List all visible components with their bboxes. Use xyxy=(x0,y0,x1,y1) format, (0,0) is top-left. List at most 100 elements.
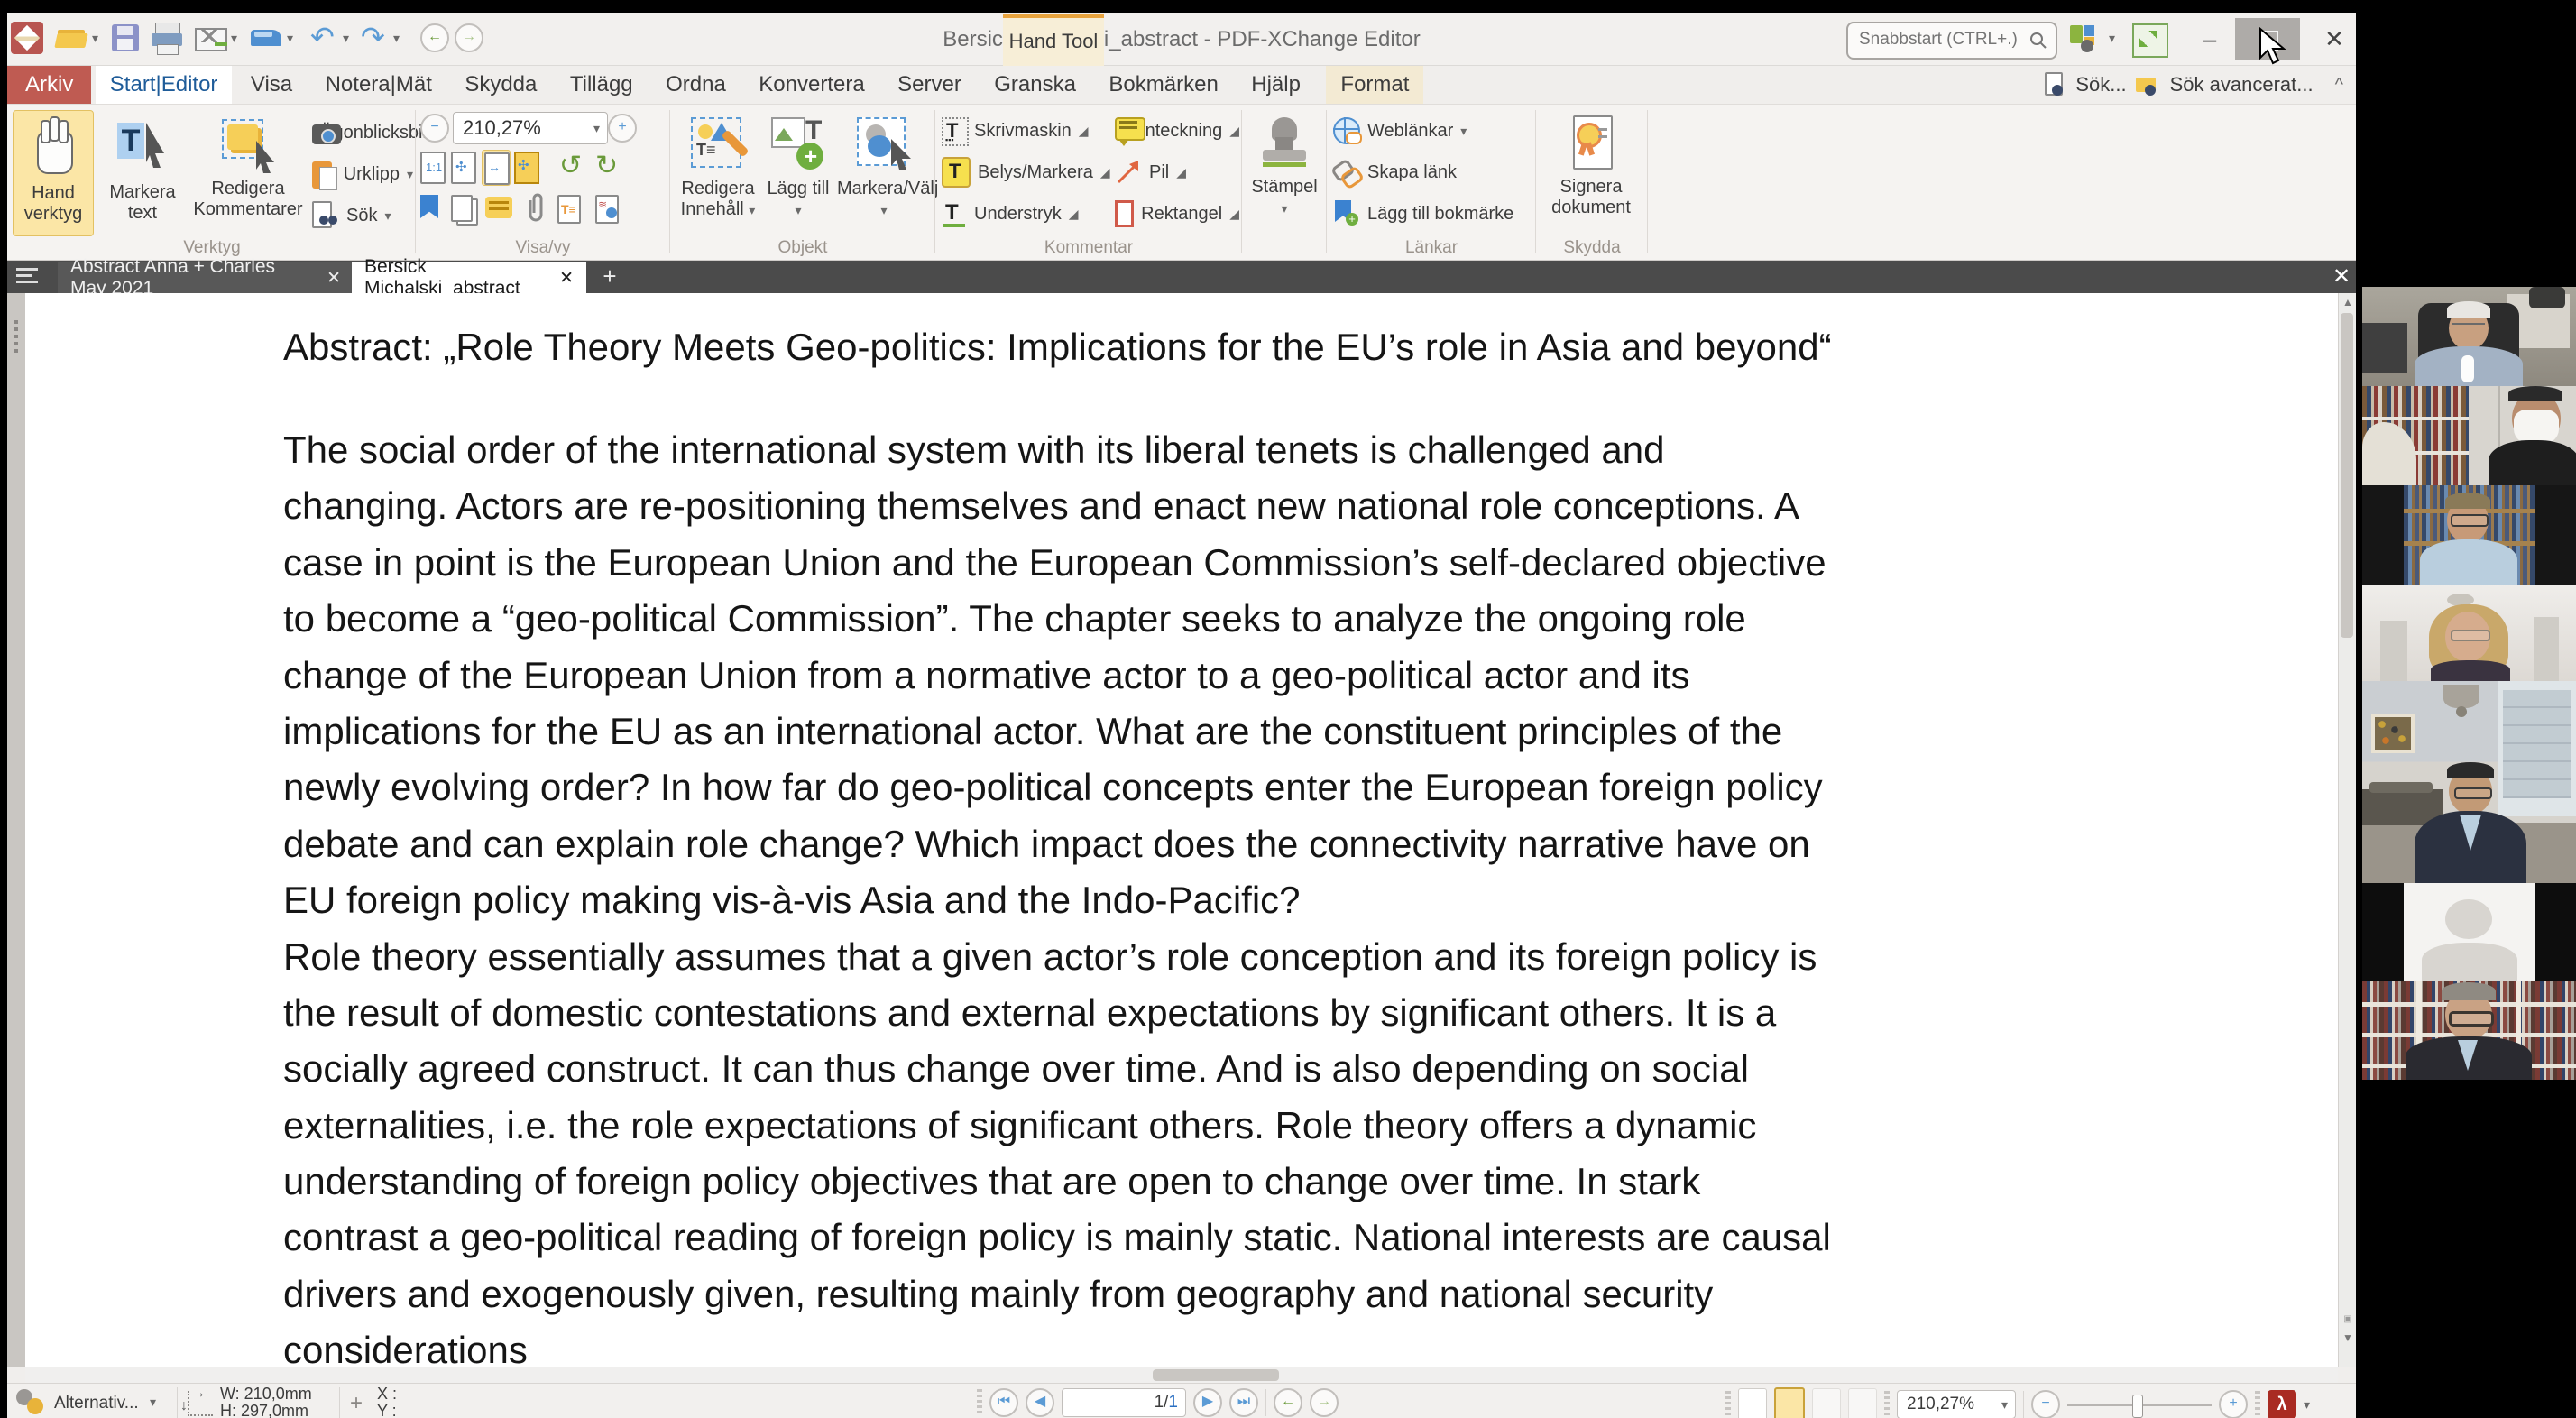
collapse-ribbon-chevron[interactable]: ^ xyxy=(2335,75,2343,96)
zoom-in-icon[interactable]: + xyxy=(608,114,637,143)
menu-tillagg[interactable]: Tillägg xyxy=(556,66,648,104)
zoom-out-icon[interactable]: − xyxy=(420,114,449,143)
menu-bokmarken[interactable]: Bokmärken xyxy=(1094,66,1232,104)
select-objects-button[interactable]: Markera/Välj ▾ xyxy=(837,110,931,235)
scroll-page-icon[interactable]: ▣ xyxy=(2339,1311,2357,1329)
add-bookmark-button[interactable]: + Lägg till bokmärke xyxy=(1333,195,1530,233)
add-content-button[interactable]: T + Lägg till ▾ xyxy=(763,110,833,235)
left-pane-grip[interactable] xyxy=(7,293,26,1367)
scroll-down-icon[interactable]: ▼ xyxy=(2339,1329,2357,1347)
participant-video-3[interactable] xyxy=(2362,485,2576,585)
snapshot-button[interactable]: Ögonblicksbild xyxy=(312,114,413,152)
zoom-out-status-icon[interactable]: − xyxy=(2031,1390,2060,1418)
tab-abstract-anna-charles[interactable]: Abstract Anna + Charles May 2021✕ xyxy=(58,262,354,293)
scroll-up-icon[interactable]: ▲ xyxy=(2339,293,2357,311)
options-dropdown[interactable]: ▾ xyxy=(150,1395,156,1410)
last-page-icon[interactable]: ⏭ xyxy=(1229,1388,1258,1417)
vertical-scroll-thumb[interactable] xyxy=(2341,313,2353,638)
page-number-field[interactable]: 1/1 xyxy=(1062,1388,1186,1417)
participant-video-5[interactable] xyxy=(2362,681,2576,883)
thumbnails-panel-icon[interactable] xyxy=(451,195,473,226)
rotate-left-icon[interactable]: ↺ xyxy=(559,150,582,181)
options-menu[interactable]: Alternativ... xyxy=(54,1394,139,1413)
ui-options-dropdown[interactable]: ▾ xyxy=(2109,31,2115,46)
quickstart-search[interactable] xyxy=(1846,22,2057,60)
weblinks-button[interactable]: Weblänkar▾ xyxy=(1333,112,1530,150)
attachments-panel-icon[interactable] xyxy=(523,193,547,224)
stamp-button[interactable]: Stämpel ▾ xyxy=(1247,110,1322,235)
clipboard-button[interactable]: Urklipp▾ xyxy=(312,155,413,193)
fit-actual-size-icon[interactable]: 1:1 xyxy=(420,152,446,189)
zoom-level-field[interactable]: 210,27%▾ xyxy=(453,112,608,144)
menu-konvertera[interactable]: Konvertera xyxy=(744,66,879,104)
bookmarks-panel-icon[interactable] xyxy=(420,195,440,222)
menu-skydda[interactable]: Skydda xyxy=(450,66,551,104)
adobe-reader-icon[interactable]: λ xyxy=(2268,1390,2296,1418)
content-panel-icon[interactable]: T≡ xyxy=(557,195,581,228)
menu-notera-mat[interactable]: Notera|Mät xyxy=(311,66,446,104)
edit-comments-button[interactable]: Redigera Kommentarer xyxy=(191,110,305,235)
next-page-icon[interactable]: ▶ xyxy=(1193,1388,1222,1417)
new-tab-button[interactable]: + xyxy=(595,262,624,291)
participant-video-1[interactable] xyxy=(2362,287,2576,386)
tab-menu-icon[interactable] xyxy=(16,268,41,286)
properties-panel-icon[interactable]: ≋ xyxy=(595,195,619,228)
create-link-button[interactable]: Skapa länk xyxy=(1333,153,1530,191)
two-page-continuous-layout-icon[interactable] xyxy=(1848,1388,1877,1418)
advanced-search-menu-item[interactable]: Sök avancerat... xyxy=(2170,73,2314,97)
first-page-icon[interactable]: ⏮ xyxy=(989,1388,1018,1417)
participant-video-7[interactable] xyxy=(2362,981,2576,1080)
view-back-icon[interactable]: ← xyxy=(1274,1388,1302,1417)
horizontal-scroll-thumb[interactable] xyxy=(1153,1369,1279,1381)
single-page-layout-icon[interactable] xyxy=(1738,1388,1767,1418)
menu-hjalp[interactable]: Hjälp xyxy=(1237,66,1315,104)
participant-video-2[interactable] xyxy=(2362,386,2576,485)
minimize-button[interactable]: – xyxy=(2181,22,2239,58)
zoom-in-status-icon[interactable]: + xyxy=(2219,1390,2248,1418)
current-tool-tab[interactable]: Hand Tool xyxy=(1003,14,1104,69)
menu-format[interactable]: Format xyxy=(1326,66,1423,104)
continuous-layout-icon[interactable] xyxy=(1774,1387,1805,1418)
fit-visible-icon[interactable]: ✣ xyxy=(514,152,539,189)
vertical-scrollbar[interactable]: ▲ ▼ ▣ xyxy=(2338,293,2357,1367)
adobe-dropdown[interactable]: ▾ xyxy=(2304,1397,2310,1413)
typewriter-button[interactable]: T ▪▪▪ Skrivmaskin◢ xyxy=(942,112,1111,150)
highlight-text-button[interactable]: T Belys/Markera◢ xyxy=(942,153,1111,191)
sign-document-button[interactable]: Signera dokument xyxy=(1541,110,1642,235)
menu-granska[interactable]: Granska xyxy=(980,66,1090,104)
menu-visa[interactable]: Visa xyxy=(236,66,307,104)
menu-start-editor[interactable]: Start|Editor xyxy=(96,66,233,104)
hand-tool-button[interactable]: Hand verktyg xyxy=(13,110,94,236)
underline-text-button[interactable]: T Understryk◢ xyxy=(942,195,1111,233)
view-forward-icon[interactable]: → xyxy=(1310,1388,1339,1417)
close-button[interactable]: ✕ xyxy=(2305,22,2363,58)
edit-content-button[interactable]: T≡ Redigera Innehåll ▾ xyxy=(675,110,761,235)
rectangle-tool-button[interactable]: Rektangel◢ xyxy=(1115,195,1239,233)
quickstart-input[interactable] xyxy=(1857,25,2023,54)
menu-arkiv[interactable]: Arkiv xyxy=(7,66,91,104)
select-text-button[interactable]: T Markera text xyxy=(96,110,189,235)
zoom-slider-thumb[interactable] xyxy=(2132,1395,2143,1418)
menu-ordna[interactable]: Ordna xyxy=(651,66,741,104)
participant-video-6[interactable] xyxy=(2362,883,2576,981)
horizontal-scrollbar[interactable] xyxy=(25,1367,2338,1384)
close-pane-button[interactable]: ✕ xyxy=(2327,262,2356,291)
previous-page-icon[interactable]: ◀ xyxy=(1026,1388,1054,1417)
zoom-slider[interactable] xyxy=(2067,1404,2212,1406)
zoom-level-field-status[interactable]: 210,27%▾ xyxy=(1897,1390,2016,1418)
tab-close-icon[interactable]: ✕ xyxy=(327,268,341,289)
menu-server[interactable]: Server xyxy=(883,66,976,104)
participant-video-4[interactable] xyxy=(2362,585,2576,681)
fit-width-icon[interactable]: ↔ xyxy=(482,150,511,186)
arrow-tool-button[interactable]: Pil◢ xyxy=(1115,153,1239,191)
rotate-right-icon[interactable]: ↻ xyxy=(595,150,618,181)
find-button[interactable]: Sök▾ xyxy=(312,197,413,235)
fullscreen-icon[interactable] xyxy=(2132,23,2168,58)
two-page-layout-icon[interactable] xyxy=(1812,1388,1841,1418)
comments-panel-icon[interactable] xyxy=(485,197,512,218)
ui-options-icon[interactable] xyxy=(2070,25,2101,54)
fit-page-icon[interactable]: ✣ xyxy=(451,152,476,189)
tab-close-icon[interactable]: ✕ xyxy=(559,268,574,289)
sticky-note-button[interactable]: Anteckning◢ xyxy=(1115,112,1239,150)
tab-bersick-michalski[interactable]: Bersick Michalski_abstract✕ xyxy=(352,262,586,293)
